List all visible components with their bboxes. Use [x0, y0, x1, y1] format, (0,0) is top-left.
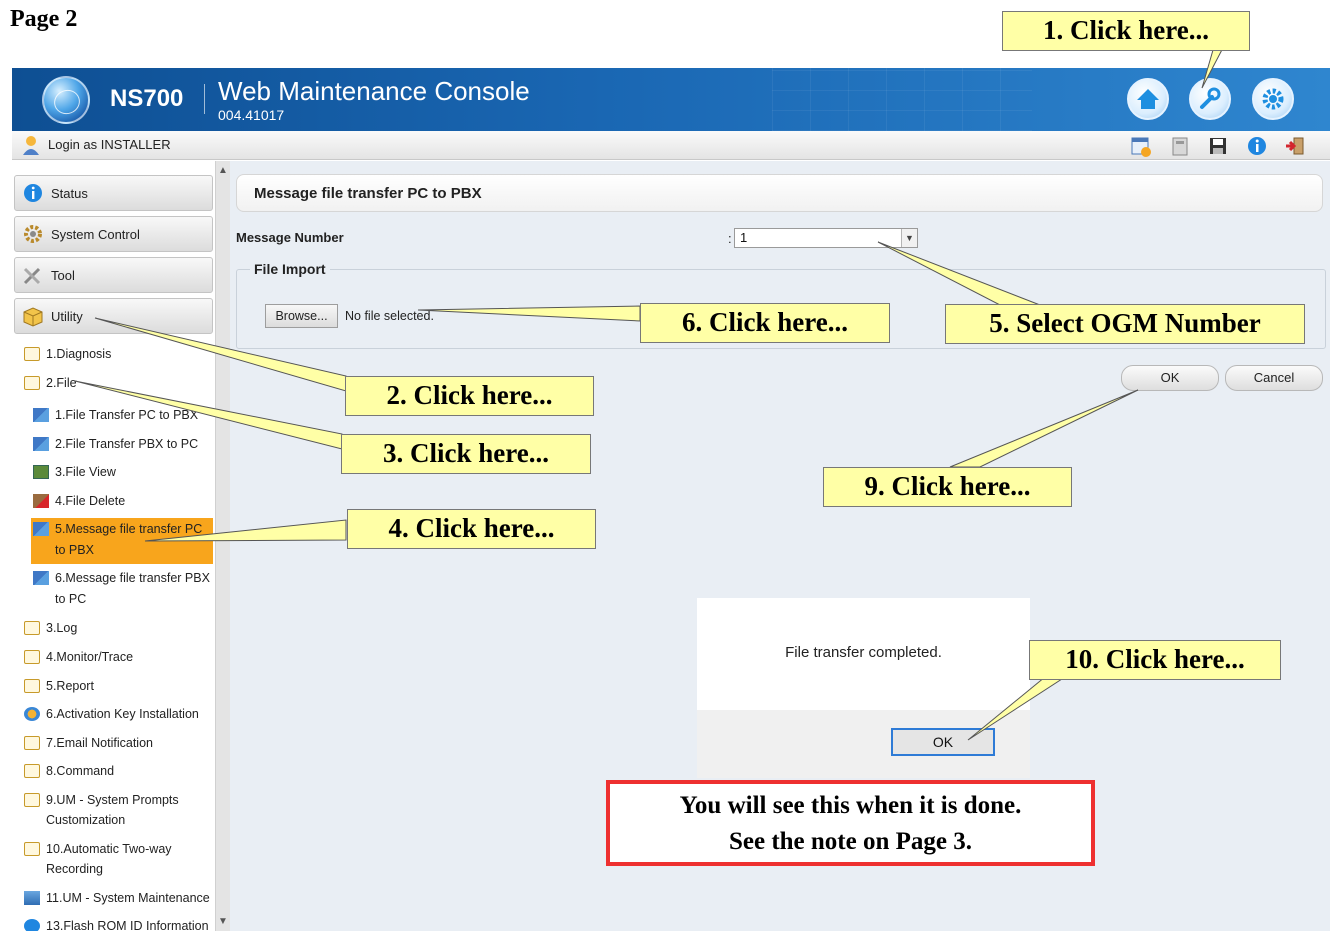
user-icon	[23, 136, 39, 155]
note-line-2: See the note on Page 3.	[728, 828, 973, 855]
tree-item-file-transfer-pbx-to-pc[interactable]: 2.File Transfer PBX to PC	[33, 434, 213, 454]
calendar-icon[interactable]	[1130, 135, 1152, 157]
file-delete-icon	[33, 494, 49, 508]
transfer-icon	[33, 408, 49, 422]
tree-item-log[interactable]: 3.Log	[24, 618, 214, 638]
page-title: Message file transfer PC to PBX	[254, 185, 482, 202]
file-view-icon	[33, 465, 49, 479]
page-label: Page 2	[10, 6, 78, 32]
app-version: 004.41017	[218, 107, 285, 123]
annotation-step6: 6. Click here...	[640, 303, 890, 343]
tree-item-email-notification[interactable]: 7.Email Notification	[24, 733, 214, 753]
info-icon	[24, 919, 40, 931]
nav-utility-label: Utility	[51, 308, 83, 324]
gear-icon	[21, 222, 45, 246]
message-number-select[interactable]: 1 ▼	[734, 228, 918, 248]
model-name: NS700	[110, 85, 184, 112]
folder-icon	[24, 764, 40, 778]
nav-status-label: Status	[51, 185, 88, 201]
file-status: No file selected.	[345, 309, 434, 323]
nav-system-control-label: System Control	[51, 226, 140, 242]
scroll-up-arrow-icon[interactable]: ▲	[218, 165, 228, 176]
nav-status[interactable]: Status	[14, 175, 213, 211]
tree-item-um-system-prompts[interactable]: 9.UM - System Prompts Customization	[24, 790, 204, 830]
folder-icon	[24, 679, 40, 693]
nav-utility[interactable]: Utility	[14, 298, 213, 334]
sidebar-scrollbar[interactable]	[215, 161, 230, 931]
completion-note: You will see this when it is done. See t…	[606, 780, 1095, 866]
annotation-step9: 9. Click here...	[823, 467, 1072, 507]
tree-item-monitor-trace[interactable]: 4.Monitor/Trace	[24, 647, 214, 667]
globe-logo-icon	[42, 76, 90, 124]
phone-list-icon[interactable]	[1169, 135, 1191, 157]
login-bar: Login as INSTALLER	[12, 131, 1330, 160]
folder-icon	[24, 736, 40, 750]
browse-button[interactable]: Browse...	[265, 304, 338, 328]
page-header: Message file transfer PC to PBX	[236, 174, 1323, 212]
annotation-step4: 4. Click here...	[347, 509, 596, 549]
tree-item-file[interactable]: 2.File	[24, 373, 214, 393]
app-header: NS700 Web Maintenance Console 004.41017	[12, 68, 1330, 131]
message-number-value: 1	[740, 230, 748, 245]
app-title: Web Maintenance Console	[218, 76, 530, 106]
tree-item-diagnosis[interactable]: 1.Diagnosis	[24, 344, 214, 364]
annotation-step2: 2. Click here...	[345, 376, 594, 416]
cancel-button[interactable]: Cancel	[1225, 365, 1323, 391]
home-button[interactable]	[1127, 78, 1169, 120]
nav-tool[interactable]: Tool	[14, 257, 213, 293]
transfer-icon	[33, 522, 49, 536]
key-icon	[24, 707, 40, 721]
folder-icon	[24, 347, 40, 361]
folder-icon	[24, 621, 40, 635]
field-colon: :	[728, 231, 732, 246]
transfer-icon	[33, 571, 49, 585]
tree-item-message-transfer-pbx-to-pc[interactable]: 6.Message file transfer PBX to PC	[33, 568, 213, 610]
tree-item-activation-key[interactable]: 6.Activation Key Installation	[24, 704, 214, 724]
nav-system-control[interactable]: System Control	[14, 216, 213, 252]
home-icon	[1137, 89, 1159, 109]
maintenance-icon	[24, 891, 40, 905]
gear-icon	[1262, 88, 1284, 110]
tree-item-file-view[interactable]: 3.File View	[33, 462, 213, 482]
dialog-ok-button[interactable]: OK	[891, 728, 995, 756]
dialog-message: File transfer completed.	[785, 644, 942, 661]
logout-icon[interactable]	[1284, 135, 1306, 157]
ok-button[interactable]: OK	[1121, 365, 1219, 391]
folder-icon	[24, 842, 40, 856]
tree-item-file-transfer-pc-to-pbx[interactable]: 1.File Transfer PC to PBX	[33, 405, 213, 425]
message-number-label: Message Number	[236, 230, 344, 245]
nav-tool-label: Tool	[51, 267, 75, 283]
info-icon	[21, 181, 45, 205]
maintenance-button[interactable]	[1189, 78, 1231, 120]
tree-item-um-system-maintenance[interactable]: 11.UM - System Maintenance	[24, 888, 214, 908]
info-icon[interactable]	[1246, 135, 1268, 157]
folder-icon	[24, 793, 40, 807]
tree-item-message-transfer-pc-to-pbx[interactable]: 5.Message file transfer PC to PBX	[33, 519, 213, 561]
scroll-down-arrow-icon[interactable]: ▼	[218, 916, 228, 927]
tree-item-file-delete[interactable]: 4.File Delete	[33, 491, 213, 511]
tree-item-flash-rom-id[interactable]: 13.Flash ROM ID Information	[24, 916, 214, 931]
annotation-step5: 5. Select OGM Number	[945, 304, 1305, 344]
box-icon	[21, 304, 45, 328]
settings-button[interactable]	[1252, 78, 1294, 120]
folder-open-icon	[24, 376, 40, 390]
wrench-icon	[1200, 87, 1221, 109]
tree-item-report[interactable]: 5.Report	[24, 676, 214, 696]
chevron-down-icon[interactable]: ▼	[901, 229, 917, 247]
tree-item-automatic-recording[interactable]: 10.Automatic Two-way Recording	[24, 839, 204, 879]
note-line-1: You will see this when it is done.	[679, 792, 1022, 819]
transfer-icon	[33, 437, 49, 451]
annotation-step3: 3. Click here...	[341, 434, 591, 474]
annotation-step1: 1. Click here...	[1002, 11, 1250, 51]
tools-icon	[21, 263, 45, 287]
tree-item-command[interactable]: 8.Command	[24, 761, 214, 781]
file-import-legend: File Import	[250, 261, 330, 277]
login-status: Login as INSTALLER	[48, 137, 171, 152]
annotation-step10: 10. Click here...	[1029, 640, 1281, 680]
folder-icon	[24, 650, 40, 664]
save-icon[interactable]	[1207, 135, 1229, 157]
header-divider	[204, 84, 205, 114]
